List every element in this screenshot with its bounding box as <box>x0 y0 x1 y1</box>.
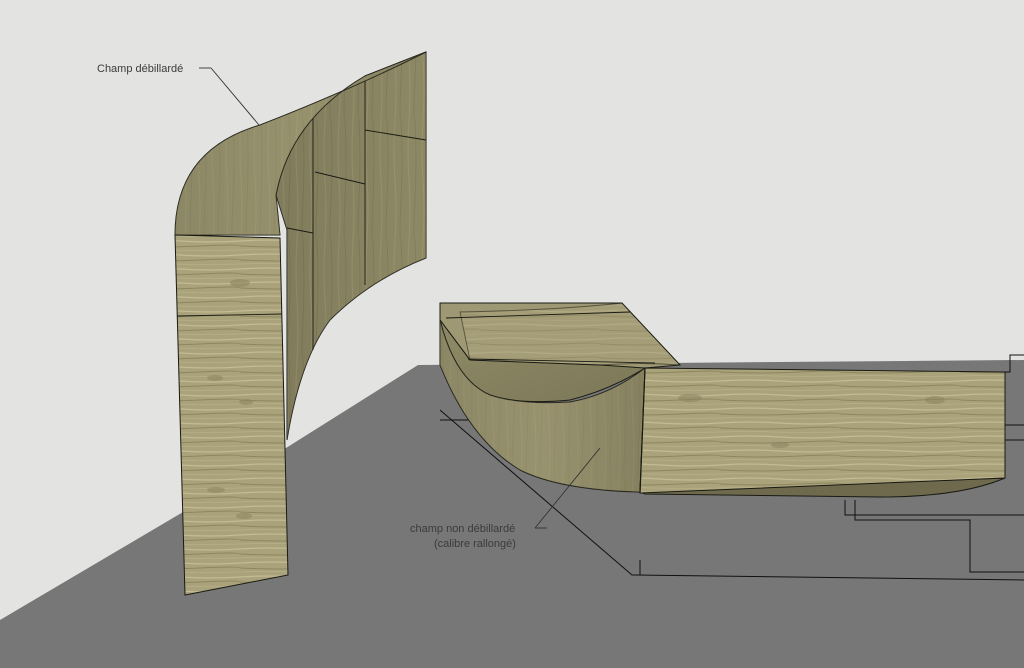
label-calibre-rallonge: (calibre rallongé) <box>434 538 516 550</box>
leader-line-top-diagonal <box>210 67 260 126</box>
right-piece <box>439 302 1006 498</box>
annotation-top: Champ débillardé <box>97 63 260 126</box>
label-champ-non-debillarde: champ non débillardé <box>410 523 515 535</box>
left-piece-front-face <box>174 234 289 596</box>
right-piece-front-face <box>639 367 1006 494</box>
sketchup-scene: Champ débillardé champ non débillardé (c… <box>0 51 1024 668</box>
label-champ-debillarde: Champ débillardé <box>97 63 183 75</box>
